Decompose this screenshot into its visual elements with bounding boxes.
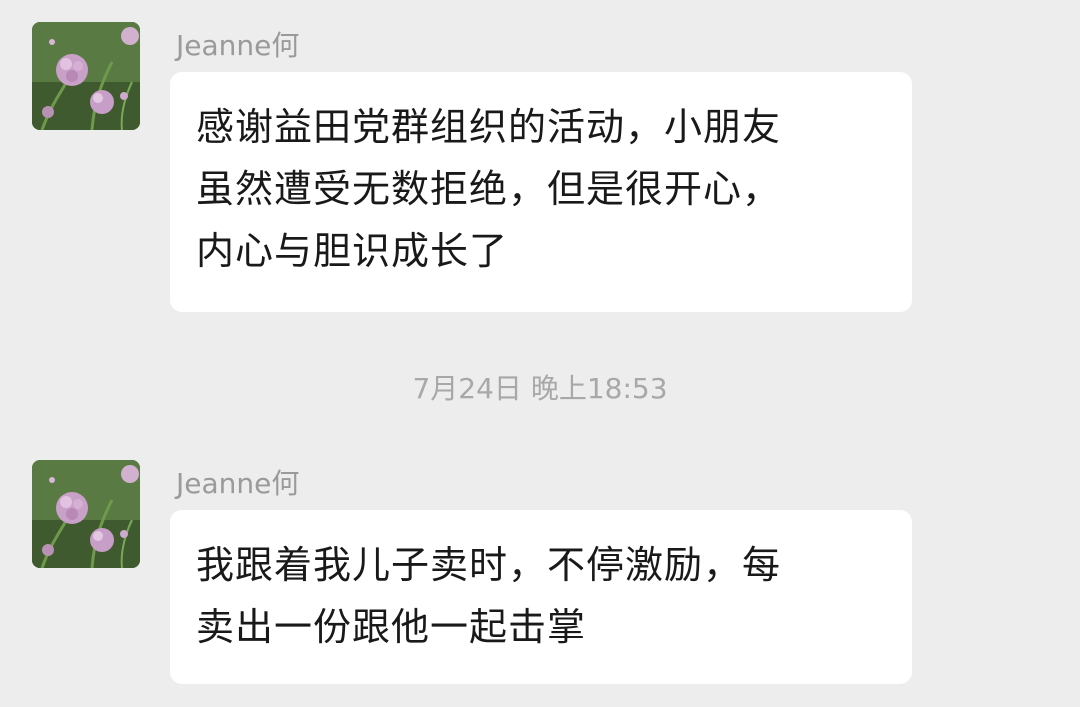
message-text: 感谢益田党群组织的活动，小朋友 虽然遭受无数拒绝，但是很开心， 内心与胆识成长了 — [196, 96, 886, 282]
flower-avatar-icon[interactable] — [32, 460, 140, 568]
message-text: 我跟着我儿子卖时，不停激励，每 卖出一份跟他一起击掌 — [196, 534, 886, 658]
message-line: 卖出一份跟他一起击掌 — [196, 605, 587, 649]
message-line: 虽然遭受无数拒绝，但是很开心， — [196, 167, 782, 211]
sender-name: Jeanne何 — [176, 29, 300, 62]
flower-avatar-icon[interactable] — [32, 22, 140, 130]
sender-name: Jeanne何 — [176, 467, 300, 500]
chat-timestamp: 7月24日 晚上18:53 — [412, 372, 668, 405]
message-bubble[interactable]: 我跟着我儿子卖时，不停激励，每 卖出一份跟他一起击掌 — [170, 510, 912, 684]
chat-history[interactable]: Jeanne何 感谢益田党群组织的活动，小朋友 虽然遭受无数拒绝，但是很开心， … — [0, 0, 1080, 707]
message-line: 我跟着我儿子卖时，不停激励，每 — [196, 543, 782, 587]
message-bubble[interactable]: 感谢益田党群组织的活动，小朋友 虽然遭受无数拒绝，但是很开心， 内心与胆识成长了 — [170, 72, 912, 312]
message-line: 感谢益田党群组织的活动，小朋友 — [196, 105, 782, 149]
message-line: 内心与胆识成长了 — [196, 229, 509, 273]
